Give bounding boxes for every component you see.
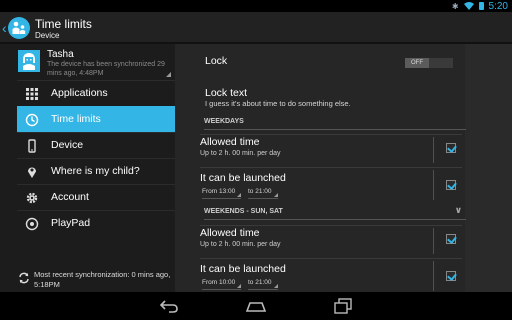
- sidebar-item-label: Time limits: [51, 113, 101, 125]
- action-bar: ‹ Time limits Device: [0, 12, 512, 44]
- weekdays-from-time-spinner[interactable]: From 13:00: [202, 188, 242, 199]
- from-time-value: From 13:00: [202, 188, 236, 195]
- lock-text-title[interactable]: Lock text: [205, 87, 247, 99]
- system-nav-bar: [0, 292, 512, 320]
- chevron-down-icon: ∨: [454, 205, 462, 215]
- status-clock: 5:20: [488, 0, 508, 12]
- sidebar-item-label: Device: [51, 139, 84, 151]
- weekdays-header-label: WEEKDAYS: [204, 118, 244, 125]
- lock-toggle-state: OFF: [405, 58, 429, 68]
- weekdays-allowed-time-row[interactable]: Allowed time Up to 2 h. 00 min. per day: [200, 134, 462, 164]
- allowed-time-title: Allowed time: [200, 227, 260, 239]
- allowed-time-title: Allowed time: [200, 136, 260, 148]
- allowed-time-value: Up to 2 h. 00 min. per day: [200, 150, 281, 157]
- spinner-corner-icon: [166, 72, 171, 77]
- wifi-icon: [463, 2, 474, 10]
- weekdays-to-time-spinner[interactable]: to 21:00: [248, 188, 278, 199]
- weekdays-section-header: WEEKDAYS: [204, 118, 466, 130]
- weekends-launch-checkbox[interactable]: [446, 271, 456, 281]
- profile-sync-note: The device has been synchronized 29 mins…: [47, 61, 165, 77]
- sidebar-item-time-limits[interactable]: Time limits: [17, 106, 175, 132]
- clock-icon: [25, 113, 39, 127]
- status-icons: ✱ 5:20: [452, 0, 508, 12]
- settings-card: Lock OFF Lock text I guess it's about ti…: [175, 44, 466, 292]
- launch-window-title: It can be launched: [200, 263, 286, 275]
- from-time-value: From 10:00: [202, 279, 236, 286]
- weekdays-allowed-time-checkbox[interactable]: [446, 143, 456, 153]
- to-time-value: to 21:00: [248, 279, 272, 286]
- spinner-corner-icon: [237, 284, 242, 288]
- child-avatar-icon: [23, 53, 35, 70]
- recent-apps-icon[interactable]: [333, 298, 353, 314]
- row-divider: [433, 137, 434, 163]
- sidebar-item-label: Where is my child?: [51, 165, 140, 177]
- allowed-time-value: Up to 2 h. 00 min. per day: [200, 241, 281, 248]
- weekends-header-label: WEEKENDS - SUN, SAT: [204, 208, 283, 215]
- avatar: [18, 50, 40, 72]
- row-divider: [433, 228, 434, 254]
- phone-icon: [28, 139, 36, 153]
- sidebar-item-where-is-my-child[interactable]: Where is my child?: [17, 158, 175, 184]
- lock-text-value: I guess it's about time to do something …: [205, 99, 351, 108]
- battery-icon: [478, 2, 484, 10]
- lock-toggle[interactable]: OFF: [405, 58, 453, 68]
- time-limits-panel: Lock OFF Lock text I guess it's about ti…: [175, 44, 512, 292]
- sync-status-text: Most recent synchronization: 0 mins ago,…: [34, 270, 171, 289]
- sidebar-item-applications[interactable]: Applications: [17, 80, 175, 106]
- lock-label: Lock: [205, 55, 228, 67]
- weekends-from-time-spinner[interactable]: From 10:00: [202, 279, 242, 290]
- weekends-section-header[interactable]: WEEKENDS - SUN, SAT ∨: [204, 205, 466, 220]
- spinner-corner-icon: [273, 193, 278, 197]
- spinner-corner-icon: [273, 284, 278, 288]
- profile-name: Tasha: [47, 49, 74, 60]
- sidebar-item-label: PlayPad: [51, 217, 91, 229]
- weekends-launch-window-row: It can be launched From 10:00 to 21:00: [200, 258, 462, 292]
- child-profile-spinner[interactable]: Tasha The device has been synchronized 2…: [0, 44, 175, 80]
- weekends-allowed-time-row[interactable]: Allowed time Up to 2 h. 00 min. per day: [200, 225, 462, 255]
- sidebar-item-label: Account: [51, 191, 89, 203]
- status-bar: ✱ 5:20: [0, 0, 512, 12]
- sidebar-item-account[interactable]: Account: [17, 184, 175, 210]
- bluetooth-icon: ✱: [451, 1, 459, 11]
- sidebar-item-device[interactable]: Device: [17, 132, 175, 158]
- sidebar-item-playpad[interactable]: PlayPad: [17, 210, 175, 236]
- weekends-to-time-spinner[interactable]: to 21:00: [248, 279, 278, 290]
- gear-icon: [26, 192, 38, 204]
- playpad-icon: [25, 217, 39, 231]
- row-divider: [433, 261, 434, 291]
- launch-window-title: It can be launched: [200, 172, 286, 184]
- weekdays-launch-window-row: It can be launched From 13:00 to 21:00: [200, 167, 462, 203]
- navigation-drawer: Tasha The device has been synchronized 2…: [0, 44, 175, 292]
- location-pin-icon: [28, 167, 36, 178]
- page-subtitle: Device: [35, 31, 60, 40]
- weekends-allowed-time-checkbox[interactable]: [446, 234, 456, 244]
- sync-icon: [19, 272, 29, 284]
- spinner-corner-icon: [237, 193, 242, 197]
- sidebar-item-label: Applications: [51, 87, 108, 99]
- row-divider: [433, 170, 434, 200]
- page-title: Time limits: [35, 17, 92, 31]
- to-time-value: to 21:00: [248, 188, 272, 195]
- grid-icon: [26, 88, 38, 100]
- back-icon[interactable]: [159, 298, 179, 314]
- nav-list: Applications Time limits Device Where is…: [17, 80, 175, 236]
- home-icon[interactable]: [246, 298, 266, 314]
- weekdays-launch-checkbox[interactable]: [446, 180, 456, 190]
- app-logo-icon[interactable]: [8, 17, 30, 39]
